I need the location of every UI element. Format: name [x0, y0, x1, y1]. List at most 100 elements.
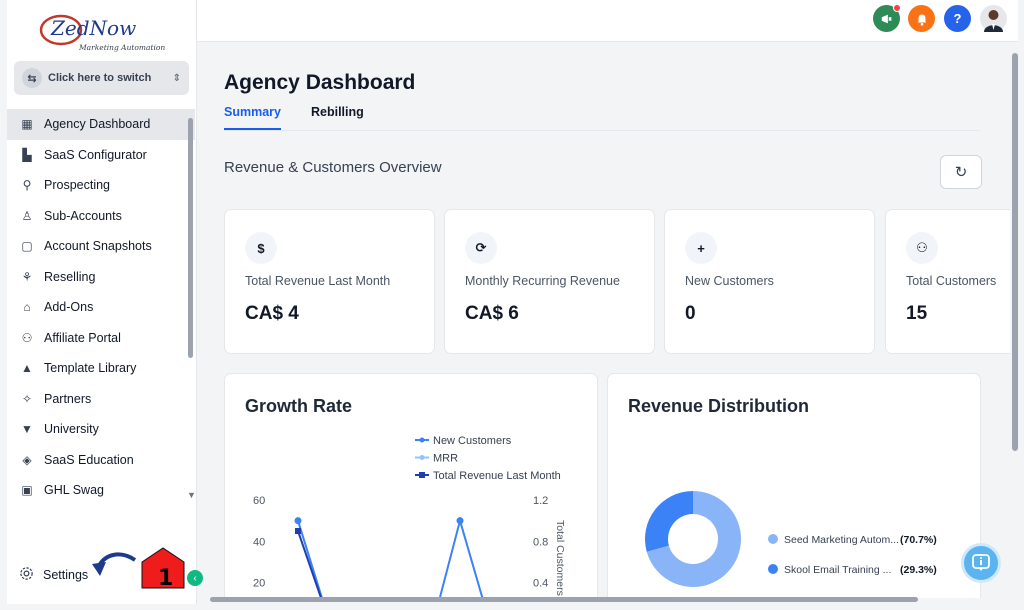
stat-card-new-customers: + New Customers 0	[664, 209, 875, 354]
settings-label: Settings	[43, 568, 89, 582]
stat-label: Monthly Recurring Revenue	[465, 274, 620, 288]
sidebar-item-template-library[interactable]: ▲ Template Library	[7, 353, 195, 384]
refresh-button[interactable]: ↻	[940, 155, 982, 189]
sidebar-item-saas-configurator[interactable]: ▙ SaaS Configurator	[7, 140, 195, 171]
page-scrollbar-horizontal[interactable]	[197, 596, 1010, 604]
template-icon: ▲	[21, 361, 33, 376]
megaphone-icon	[881, 14, 891, 23]
switch-icon: ⇆	[22, 68, 42, 88]
sidebar-item-saas-education[interactable]: ◈ SaaS Education	[7, 445, 195, 476]
legend-marker	[419, 472, 425, 478]
data-point	[456, 517, 464, 525]
legend-label: Total Revenue Last Month	[433, 470, 561, 482]
legend-marker	[768, 564, 778, 574]
sidebar-item-label: University	[44, 422, 99, 437]
graduation-icon: ▼	[21, 422, 33, 437]
brand-tagline: Marketing Automation	[78, 43, 165, 52]
zednow-logo-icon: ZedNow Marketing Automation	[39, 14, 165, 52]
recurring-icon: ⟳	[465, 232, 497, 264]
legend-marker	[419, 455, 425, 460]
announcements-button[interactable]	[873, 4, 901, 32]
stat-label: New Customers	[685, 274, 774, 288]
sidebar-item-agency-dashboard[interactable]: ▦ Agency Dashboard	[7, 109, 195, 140]
y-tick-label-right: 1.2	[533, 495, 548, 507]
stat-label: Total Customers	[906, 274, 997, 288]
avatar[interactable]	[980, 5, 1007, 32]
support-chat-button[interactable]	[961, 543, 1001, 583]
growth-rate-chart: New Customers MRR Total Revenue Last Month…	[253, 435, 566, 598]
sidebar-item-ghl-swag[interactable]: ▣ GHL Swag	[7, 475, 195, 506]
sidebar-item-affiliate-portal[interactable]: ⚇ Affiliate Portal	[7, 323, 195, 354]
revenue-distribution-chart: Seed Marketing Autom... (70.7%) Skool Emai…	[645, 491, 937, 587]
sidebar-item-label: GHL Swag	[44, 483, 104, 498]
brand-logo[interactable]: ZedNow Marketing Automation	[39, 8, 179, 52]
help-button[interactable]: ?	[944, 5, 971, 32]
stat-card-mrr: ⟳ Monthly Recurring Revenue CA$ 6	[444, 209, 655, 354]
sidebar-item-reselling[interactable]: ⚘ Reselling	[7, 262, 195, 293]
series-line-total-revenue	[297, 530, 323, 598]
y-axis-label-right: Total Customers	[554, 520, 566, 596]
user-icon: ♙	[21, 208, 33, 223]
prospect-icon: ⚲	[22, 178, 32, 193]
sidebar-item-partners[interactable]: ✧ Partners	[7, 384, 195, 415]
scroll-down-caret-icon[interactable]: ▼	[187, 490, 196, 500]
tab-bar: Summary Rebilling	[224, 105, 980, 131]
y-tick-label-left: 40	[253, 536, 265, 548]
chart-icon: ▙	[22, 147, 32, 162]
sidebar-item-sub-accounts[interactable]: ♙ Sub-Accounts	[7, 201, 195, 232]
scrollbar-thumb[interactable]	[1012, 53, 1018, 451]
dashboard-icon: ▦	[21, 117, 33, 132]
stat-value: 15	[906, 303, 928, 324]
sidebar-item-label: Reselling	[44, 269, 96, 284]
sidebar-item-account-snapshots[interactable]: ▢ Account Snapshots	[7, 231, 195, 262]
sidebar-nav: ▦ Agency Dashboard ▙ SaaS Configurator ⚲ Pros…	[7, 109, 195, 506]
section-title: Revenue & Customers Overview	[224, 159, 442, 176]
stat-card-total-revenue: $ Total Revenue Last Month CA$ 4	[224, 209, 435, 354]
data-point	[295, 528, 301, 534]
page-title: Agency Dashboard	[224, 71, 416, 94]
main-content: Agency Dashboard Summary Rebilling Reven…	[197, 43, 1010, 598]
sidebar-item-label: SaaS Education	[44, 452, 134, 467]
sidebar-item-add-ons[interactable]: ⌂ Add-Ons	[7, 292, 195, 323]
reselling-icon: ⚘	[21, 269, 33, 284]
help-icon: ?	[953, 11, 962, 26]
legend-marker	[419, 437, 425, 443]
sidebar-item-label: Sub-Accounts	[44, 208, 122, 223]
switcher-label: Click here to switch	[48, 72, 152, 84]
shirt-icon: ▣	[21, 483, 33, 498]
box-icon: ◈	[22, 452, 32, 467]
account-switcher[interactable]: ⇆ Click here to switch ⇕	[14, 61, 189, 95]
sidebar-item-label: Prospecting	[44, 178, 111, 193]
donut-slice	[645, 491, 693, 552]
user-plus-icon: +	[685, 232, 717, 264]
page-scrollbar-vertical[interactable]	[1010, 43, 1020, 598]
scrollbar-thumb[interactable]	[210, 597, 918, 602]
legend-percent: (70.7%)	[900, 534, 937, 546]
brand-name: ZedNow	[50, 16, 136, 40]
legend-label: New Customers	[433, 435, 512, 447]
sidebar-item-settings[interactable]: Settings	[19, 566, 88, 584]
data-point	[294, 517, 302, 525]
notification-dot	[893, 4, 901, 12]
tab-summary[interactable]: Summary	[224, 105, 281, 130]
legend-marker	[768, 534, 778, 544]
sidebar-scrollbar[interactable]	[188, 118, 193, 358]
stat-label: Total Revenue Last Month	[245, 274, 391, 288]
sidebar-item-university[interactable]: ▼ University	[7, 414, 195, 445]
handshake-icon: ✧	[21, 391, 33, 406]
y-tick-label-left: 60	[253, 495, 265, 507]
y-tick-label-right: 0.8	[533, 536, 548, 548]
gear-icon	[19, 566, 34, 584]
bag-icon: ⌂	[23, 300, 31, 315]
notifications-button[interactable]	[908, 5, 935, 32]
legend-label: Skool Email Training ...	[784, 564, 891, 576]
tab-rebilling[interactable]: Rebilling	[311, 105, 364, 130]
stat-value: 0	[685, 303, 696, 324]
dollar-icon: $	[245, 232, 277, 264]
bell-icon	[917, 14, 926, 26]
y-tick-label-right: 0.4	[533, 578, 548, 590]
legend-label: Seed Marketing Autom...	[784, 534, 899, 546]
legend-percent: (29.3%)	[900, 564, 937, 576]
sidebar-item-label: SaaS Configurator	[44, 147, 147, 162]
sidebar-item-prospecting[interactable]: ⚲ Prospecting	[7, 170, 195, 201]
